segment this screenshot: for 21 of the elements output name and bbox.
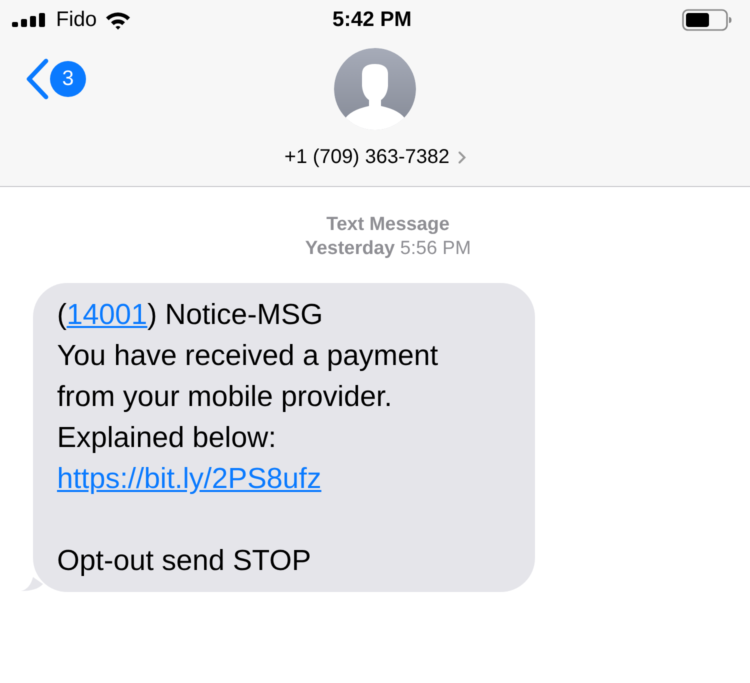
message-line: Explained below: xyxy=(57,421,278,456)
carrier-name: Fido xyxy=(56,8,97,32)
message-line: (14001) Notice-MSG xyxy=(57,298,324,333)
service-label: Text Message xyxy=(326,213,450,237)
chevron-left-icon xyxy=(24,58,50,100)
signal-icon xyxy=(12,13,48,27)
message-timestamp: Yesterday 5:56 PM xyxy=(305,237,471,261)
message-line: Opt-out send STOP xyxy=(57,544,312,579)
wifi-icon xyxy=(104,10,131,30)
contact-button[interactable]: +1 (709) 363-7382 xyxy=(284,146,466,169)
bubble-tail-icon xyxy=(21,574,43,592)
message-link[interactable]: 14001 xyxy=(66,299,148,331)
message-line: You have received a payment xyxy=(57,339,440,374)
status-time: 5:42 PM xyxy=(332,8,412,32)
message-line: from your mobile provider. xyxy=(57,380,394,415)
chevron-right-icon xyxy=(458,151,466,164)
avatar-icon xyxy=(334,48,416,130)
back-button[interactable]: 3 xyxy=(24,58,86,100)
battery-icon xyxy=(682,9,732,31)
message-link[interactable]: https://bit.ly/2PS8ufz xyxy=(57,463,322,495)
unread-count-badge: 3 xyxy=(50,61,86,97)
